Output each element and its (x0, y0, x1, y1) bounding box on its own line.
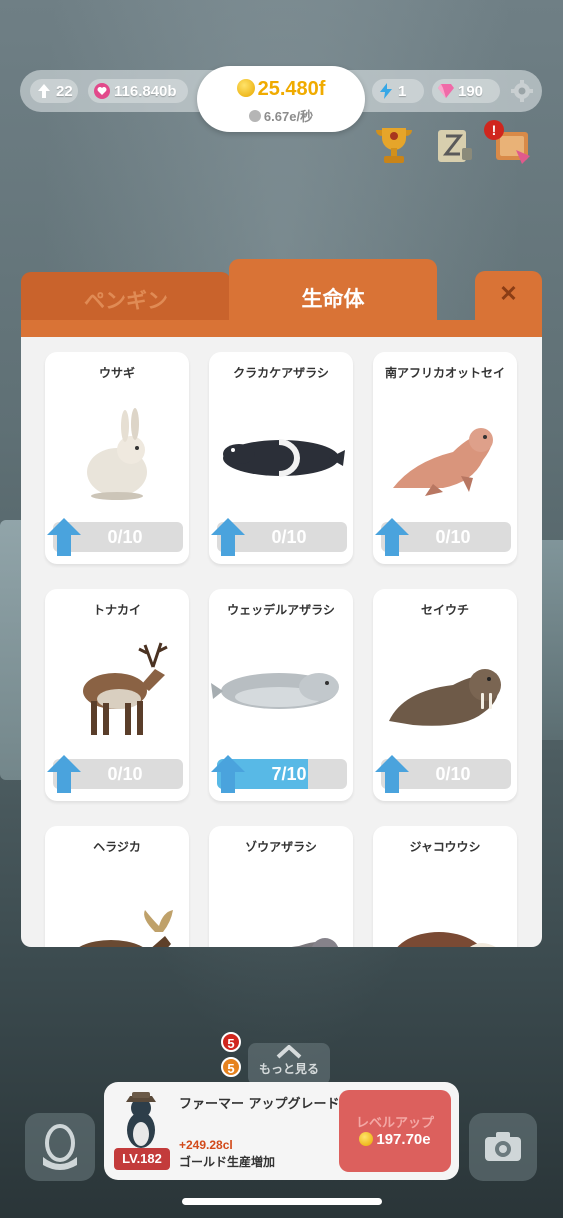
creature-panel: ウサギ 0/10 クラカケアザラシ 0/10 南アフリカオットセイ 0/10 ト… (21, 337, 542, 947)
gems-stat: 190 (432, 79, 500, 103)
creature-name: セイウチ (420, 603, 469, 617)
creature-name: 南アフリカオットセイ (384, 366, 505, 380)
gold-rate: 6.67e/秒 (197, 106, 365, 125)
upgrade-bonus: +249.28cl (179, 1138, 233, 1152)
trophy-icon[interactable] (372, 124, 416, 166)
creature-name: ゾウアザラシ (245, 840, 317, 854)
creature-card-rabbit[interactable]: ウサギ 0/10 (45, 352, 189, 564)
notification-badge-orange: 5 (221, 1057, 241, 1077)
rate-coin-icon (248, 110, 261, 122)
arrow-up-icon (36, 83, 52, 99)
home-indicator[interactable] (182, 1198, 382, 1205)
gold-display: 25.480f 6.67e/秒 (197, 66, 365, 132)
energy-value: 1 (398, 82, 407, 100)
ribbon-seal-image (209, 392, 353, 512)
farmer-penguin-image (112, 1090, 170, 1150)
creature-card-elephant-seal[interactable]: ゾウアザラシ (209, 826, 353, 947)
chevron-up-icon (276, 1045, 302, 1059)
alert-badge: ! (484, 120, 504, 140)
tab-penguin-label: ペンギン (84, 289, 168, 313)
heart-icon (94, 83, 110, 99)
creature-card-musk-ox[interactable]: ジャコウウシ (373, 826, 517, 947)
close-button[interactable]: ✕ (475, 271, 542, 327)
ice-floe-right (539, 540, 563, 740)
close-icon: ✕ (499, 281, 518, 306)
camera-icon (485, 1132, 521, 1161)
level-up-cost: 197.70e (339, 1131, 451, 1148)
scroll-icon[interactable] (432, 124, 476, 166)
upgrade-arrow-icon (375, 518, 409, 556)
coin-icon (359, 1132, 374, 1146)
mail-icon[interactable]: ! (484, 120, 534, 166)
upgrade-arrow-icon (211, 518, 245, 556)
boost-value: 22 (56, 82, 73, 100)
creature-card-fur-seal[interactable]: 南アフリカオットセイ 0/10 (373, 352, 517, 564)
gear-icon[interactable] (511, 80, 533, 102)
moose-image (45, 866, 189, 947)
creature-name: トナカイ (92, 603, 141, 617)
camera-button[interactable] (469, 1113, 537, 1181)
upgrade-arrow-icon (47, 518, 81, 556)
creature-card-moose[interactable]: ヘラジカ (45, 826, 189, 947)
upgrade-arrow-icon (47, 755, 81, 793)
tab-penguin[interactable]: ペンギン (21, 272, 231, 324)
elephant-seal-image (209, 866, 353, 947)
energy-stat: 1 (372, 79, 424, 103)
egg-icon (43, 1124, 77, 1170)
weddell-seal-image (209, 629, 353, 749)
rabbit-image (45, 392, 189, 512)
tab-creatures[interactable]: 生命体 (229, 259, 437, 327)
creature-card-walrus[interactable]: セイウチ 0/10 (373, 589, 517, 801)
upgrade-title: ファーマー アップグレード (179, 1097, 340, 1112)
walrus-image (373, 629, 517, 749)
creature-name: ウェッデルアザラシ (227, 603, 335, 617)
creature-card-ribbon-seal[interactable]: クラカケアザラシ 0/10 (209, 352, 353, 564)
coin-icon (236, 79, 255, 97)
creature-name: ヘラジカ (93, 840, 141, 854)
creature-name: クラカケアザラシ (233, 366, 329, 380)
gem-icon (438, 83, 454, 99)
creature-card-reindeer[interactable]: トナカイ 0/10 (45, 589, 189, 801)
creature-card-weddell-seal[interactable]: ウェッデルアザラシ 7/10 (209, 589, 353, 801)
fur-seal-image (373, 392, 517, 512)
upgrade-description: ゴールド生産増加 (179, 1155, 276, 1169)
hearts-stat: 116.840b (88, 79, 188, 103)
gold-amount: 25.480f (197, 78, 365, 101)
musk-ox-image (373, 866, 517, 947)
gems-value: 190 (458, 82, 484, 100)
upgrade-level: LV.182 (114, 1148, 170, 1170)
creature-name: ウサギ (98, 366, 135, 380)
more-label: もっと見る (258, 1062, 319, 1076)
creature-name: ジャコウウシ (409, 840, 481, 854)
hearts-value: 116.840b (114, 82, 177, 100)
level-up-label: レベルアップ (355, 1116, 434, 1131)
notification-badge-red: 5 (221, 1032, 241, 1052)
lightning-icon (378, 83, 394, 99)
reindeer-image (45, 629, 189, 749)
egg-button[interactable] (25, 1113, 95, 1181)
tab-creatures-label: 生命体 (301, 287, 365, 311)
upgrade-arrow-icon (211, 755, 245, 793)
boost-stat: 22 (30, 79, 78, 103)
upgrade-arrow-icon (375, 755, 409, 793)
